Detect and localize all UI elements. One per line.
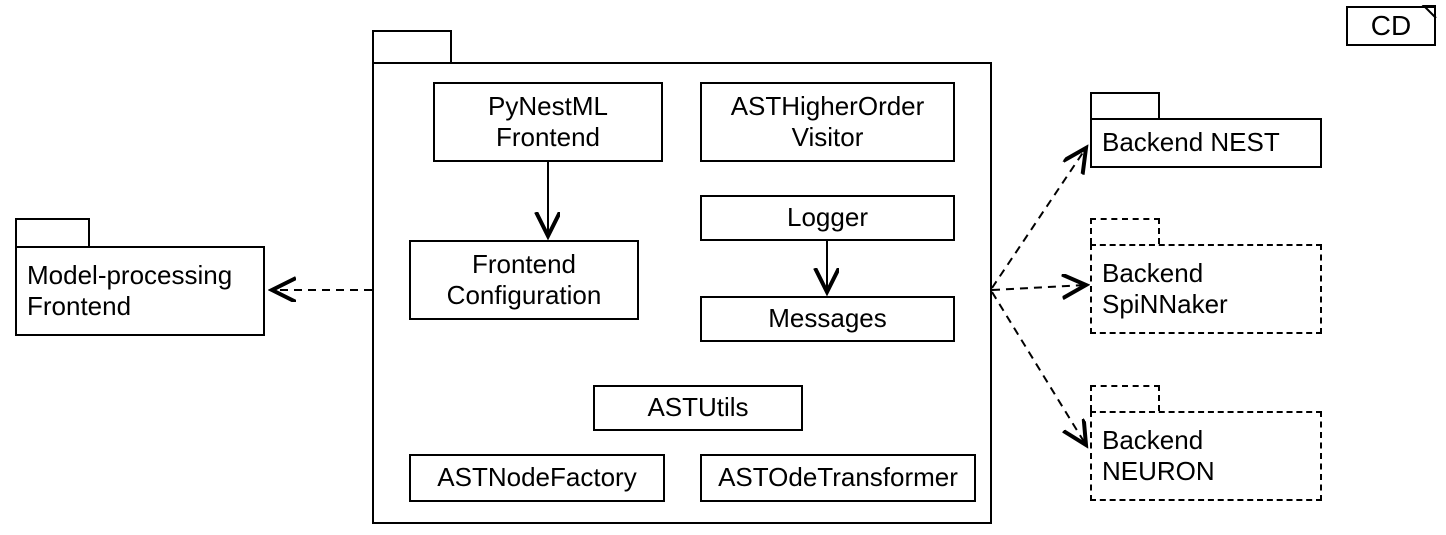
class-pynestml-frontend: PyNestML Frontend [433,82,663,162]
class-messages: Messages [700,296,955,342]
class-higher-order-label: ASTHigherOrder Visitor [731,91,925,153]
class-ast-utils: ASTUtils [593,385,803,431]
cd-text: CD [1371,9,1411,43]
class-pynestml-label: PyNestML Frontend [488,91,608,153]
backend-neuron-tab [1090,385,1160,411]
class-higher-order-visitor: ASTHigherOrder Visitor [700,82,955,162]
left-package-label: Model-processing Frontend [27,260,232,322]
center-package-tab [372,30,452,62]
class-ode-transformer-label: ASTOdeTransformer [718,462,958,493]
backend-neuron-label: Backend NEURON [1102,425,1215,487]
left-package-tab [15,218,90,246]
class-node-factory: ASTNodeFactory [409,454,665,502]
class-messages-label: Messages [768,303,887,334]
backend-spinnaker-label: Backend SpiNNaker [1102,258,1228,320]
left-package-body: Model-processing Frontend [15,246,265,336]
class-frontend-config-label: Frontend Configuration [447,249,602,311]
backend-nest-label: Backend NEST [1102,127,1280,158]
class-frontend-config: Frontend Configuration [409,240,639,320]
backend-nest-tab [1090,92,1160,118]
backend-spinnaker-body: Backend SpiNNaker [1090,244,1322,334]
backend-spinnaker-tab [1090,218,1160,244]
backend-nest-body: Backend NEST [1090,118,1322,168]
class-logger: Logger [700,195,955,241]
class-logger-label: Logger [787,202,868,233]
class-ode-transformer: ASTOdeTransformer [700,454,976,502]
cd-label: CD [1346,6,1436,46]
backend-neuron-body: Backend NEURON [1090,411,1322,501]
class-node-factory-label: ASTNodeFactory [437,462,636,493]
class-ast-utils-label: ASTUtils [647,392,748,423]
